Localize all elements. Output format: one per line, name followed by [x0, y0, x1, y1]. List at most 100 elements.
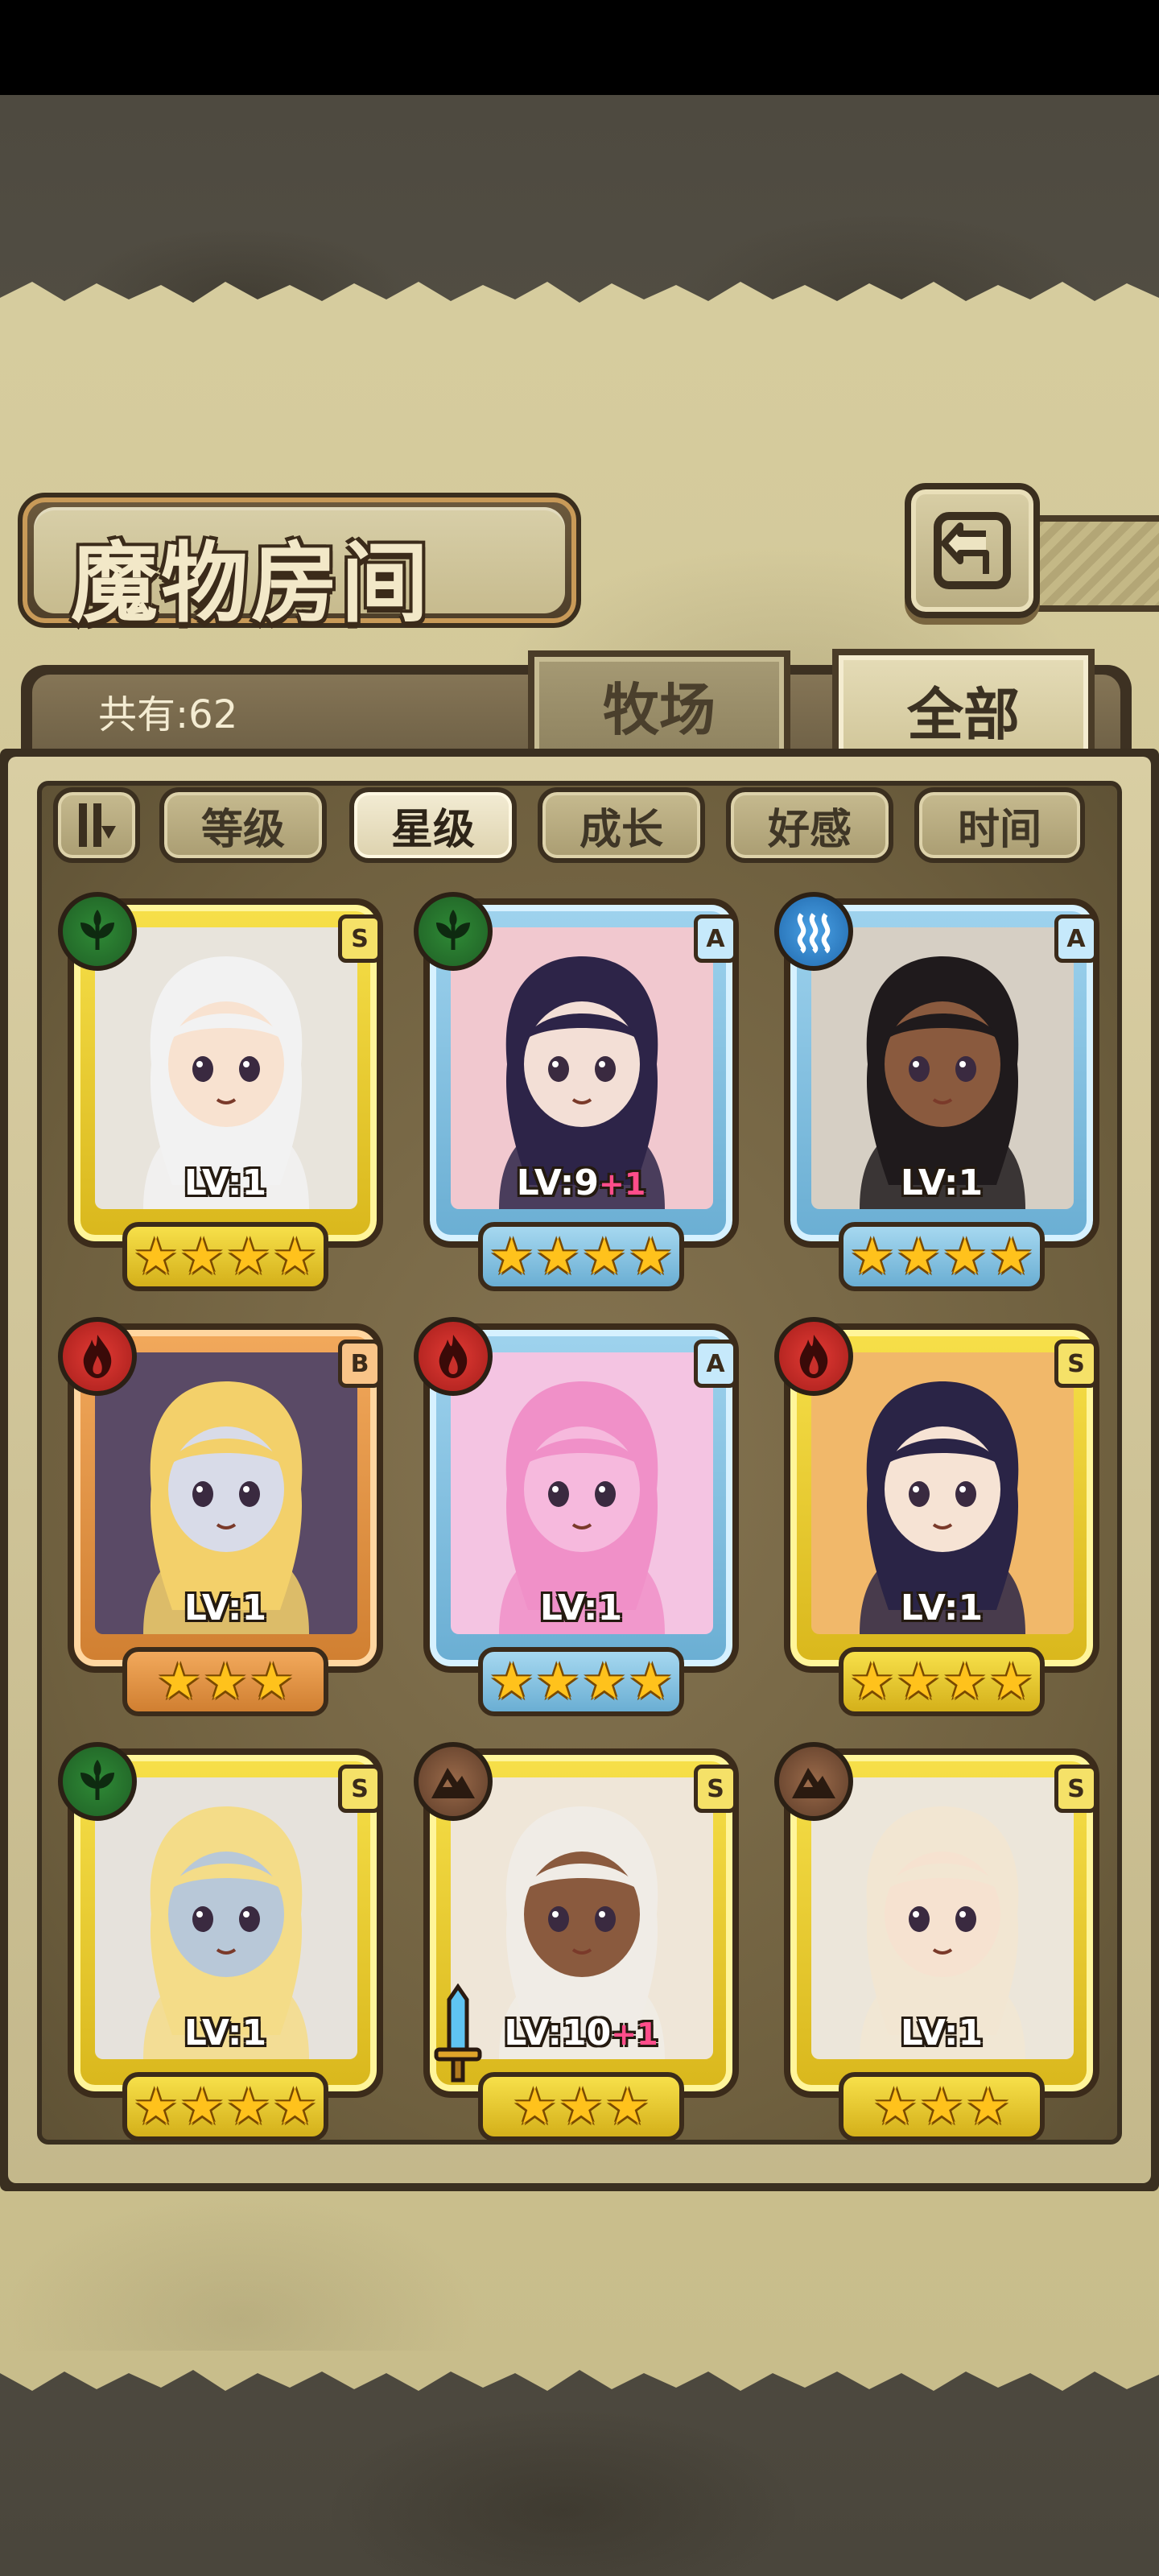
- monster-count: 共有:62: [98, 692, 238, 737]
- star-icon: ★: [133, 1227, 179, 1286]
- star-icon: ★: [628, 1652, 674, 1711]
- sort-button-growth[interactable]: 成长: [538, 787, 705, 863]
- star-icon: ★: [942, 1227, 988, 1286]
- star-icon: ★: [582, 1652, 627, 1711]
- back-strip: [1022, 515, 1159, 612]
- monster-level: LV:1: [773, 2013, 1111, 2054]
- monster-card[interactable]: S LV:1 ★ ★ ★: [773, 1742, 1111, 2141]
- grass-element-icon: [58, 1742, 137, 1821]
- level-bonus: +1: [611, 2017, 658, 2052]
- star-rating: ★ ★ ★: [478, 2072, 684, 2141]
- star-icon: ★: [849, 1227, 895, 1286]
- monster-level: LV:1: [773, 1587, 1111, 1629]
- level-text: LV:1: [539, 1587, 623, 1629]
- monster-card[interactable]: A LV:1 ★ ★ ★ ★: [412, 1317, 750, 1716]
- level-text: LV:1: [900, 1587, 984, 1629]
- sort-button-affection-label: 好感: [767, 804, 852, 854]
- level-text: LV:9: [516, 1162, 599, 1203]
- rank-badge: S: [1054, 1340, 1098, 1388]
- star-icon: ★: [896, 1227, 941, 1286]
- rank-badge: S: [1054, 1765, 1098, 1813]
- monster-card[interactable]: S LV:1 ★ ★ ★ ★: [56, 1742, 394, 2141]
- star-rating: ★ ★ ★: [839, 2072, 1045, 2141]
- monster-card[interactable]: B LV:1 ★ ★ ★: [56, 1317, 394, 1716]
- rank-badge: S: [338, 1765, 382, 1813]
- monster-level: LV:9+1: [412, 1162, 750, 1203]
- star-rating: ★ ★ ★ ★: [839, 1222, 1045, 1291]
- rank-badge: A: [694, 914, 737, 963]
- sort-toggle-icon: [79, 803, 116, 847]
- monster-card[interactable]: A LV:9+1 ★ ★ ★ ★: [412, 892, 750, 1291]
- fire-element-icon: [414, 1317, 493, 1396]
- sort-button-star-label: 星级: [390, 804, 475, 854]
- star-icon: ★: [179, 2077, 225, 2136]
- monster-card[interactable]: S LV:10+1 ★ ★ ★: [412, 1742, 750, 2141]
- sort-order-toggle[interactable]: [53, 787, 140, 863]
- rank-badge: A: [1054, 914, 1098, 963]
- rank-badge: A: [694, 1340, 737, 1388]
- star-icon: ★: [988, 1652, 1034, 1711]
- monster-level: LV:1: [56, 2013, 394, 2054]
- star-icon: ★: [272, 1227, 318, 1286]
- fire-element-icon: [774, 1317, 853, 1396]
- grass-element-icon: [58, 892, 137, 971]
- level-text: LV:1: [900, 2013, 984, 2054]
- star-icon: ★: [535, 1227, 580, 1286]
- grass-element-icon: [414, 892, 493, 971]
- star-icon: ★: [535, 1652, 580, 1711]
- fire-element-icon: [58, 1317, 137, 1396]
- star-rating: ★ ★ ★ ★: [478, 1647, 684, 1716]
- star-rating: ★ ★ ★ ★: [839, 1647, 1045, 1716]
- back-arrow-icon: [934, 512, 1011, 589]
- star-icon: ★: [942, 1652, 988, 1711]
- level-text: LV:1: [900, 1162, 984, 1203]
- monster-level: LV:1: [56, 1587, 394, 1629]
- monster-level: LV:1: [773, 1162, 1111, 1203]
- monster-card[interactable]: A LV:1 ★ ★ ★ ★: [773, 892, 1111, 1291]
- rank-badge: S: [694, 1765, 737, 1813]
- star-icon: ★: [489, 1652, 534, 1711]
- page-title: 魔物房间: [71, 533, 432, 634]
- level-text: LV:1: [184, 2013, 267, 2054]
- star-icon: ★: [133, 2077, 179, 2136]
- earth-element-icon: [774, 1742, 853, 1821]
- sort-button-star[interactable]: 星级: [349, 787, 517, 863]
- sort-button-level[interactable]: 等级: [159, 787, 327, 863]
- star-rating: ★ ★ ★ ★: [478, 1222, 684, 1291]
- monster-level: LV:10+1: [412, 2013, 750, 2054]
- back-button[interactable]: [905, 483, 1040, 618]
- star-rating: ★ ★ ★ ★: [122, 1222, 328, 1291]
- sort-button-time[interactable]: 时间: [914, 787, 1085, 863]
- star-icon: ★: [849, 1652, 895, 1711]
- monster-card[interactable]: S LV:1 ★ ★ ★ ★: [56, 892, 394, 1291]
- tab-all-label: 全部: [907, 680, 1020, 748]
- sort-button-time-label: 时间: [957, 804, 1041, 854]
- star-rating: ★ ★ ★ ★: [122, 2072, 328, 2141]
- tab-ranch-label: 牧场: [603, 675, 716, 743]
- star-icon: ★: [489, 1227, 534, 1286]
- level-text: LV:1: [184, 1587, 267, 1629]
- title-plate: 魔物房间: [18, 493, 581, 634]
- star-icon: ★: [226, 1227, 271, 1286]
- star-icon: ★: [604, 2077, 650, 2136]
- torn-edge-top: [0, 282, 1159, 322]
- star-icon: ★: [965, 2077, 1011, 2136]
- level-text: LV:10: [504, 2013, 612, 2054]
- monster-card[interactable]: S LV:1 ★ ★ ★ ★: [773, 1317, 1111, 1716]
- star-icon: ★: [872, 2077, 918, 2136]
- star-icon: ★: [226, 2077, 271, 2136]
- star-icon: ★: [988, 1227, 1034, 1286]
- sort-button-affection[interactable]: 好感: [726, 787, 893, 863]
- star-icon: ★: [249, 1652, 295, 1711]
- star-icon: ★: [272, 2077, 318, 2136]
- sort-button-growth-label: 成长: [579, 804, 663, 854]
- star-icon: ★: [919, 2077, 964, 2136]
- star-icon: ★: [559, 2077, 604, 2136]
- star-icon: ★: [203, 1652, 248, 1711]
- tab-ranch[interactable]: 牧场: [528, 650, 790, 760]
- sort-button-level-label: 等级: [200, 804, 285, 854]
- rank-badge: S: [338, 914, 382, 963]
- star-icon: ★: [179, 1227, 225, 1286]
- monster-level: LV:1: [412, 1587, 750, 1629]
- level-text: LV:1: [184, 1162, 267, 1203]
